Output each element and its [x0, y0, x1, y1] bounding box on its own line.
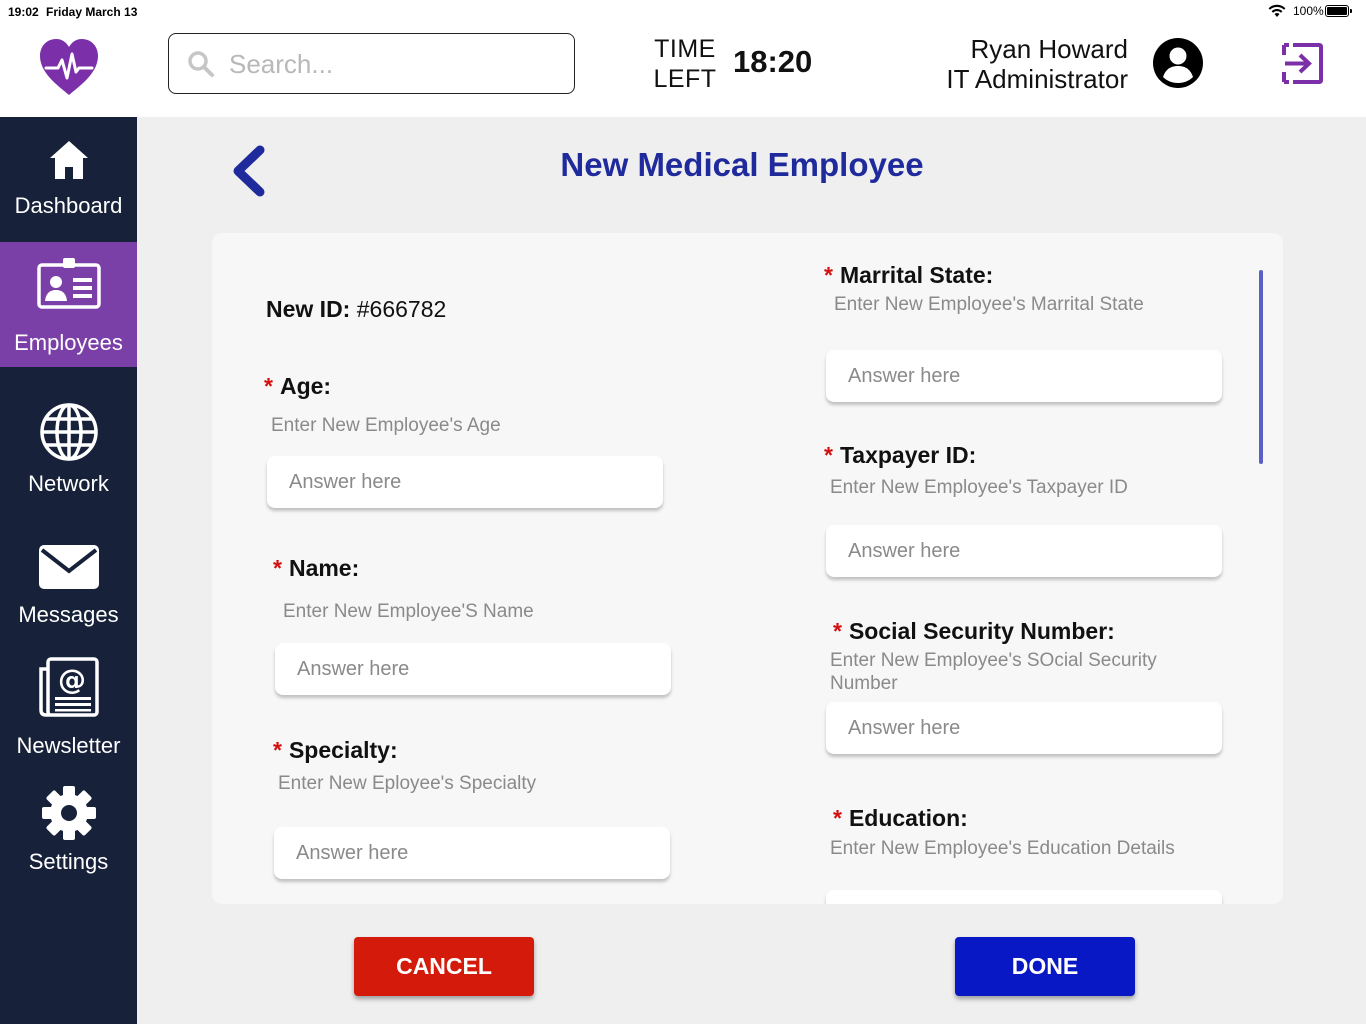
required-marker: *: [273, 737, 282, 763]
form-card: New ID: #666782 * Age: Enter New Employee…: [212, 233, 1283, 904]
name-input[interactable]: [297, 643, 657, 695]
gear-icon: [41, 786, 96, 840]
scrollbar-thumb[interactable]: [1259, 270, 1263, 464]
age-hint: Enter New Employee's Age: [271, 415, 501, 436]
marrital-state-field[interactable]: [826, 350, 1222, 402]
required-marker: *: [824, 442, 833, 468]
field-label-text: Age:: [279, 373, 332, 399]
logout-icon[interactable]: [1281, 42, 1324, 85]
user-role: IT Administrator: [946, 64, 1128, 94]
required-marker: *: [833, 618, 842, 644]
field-label-text: Taxpayer ID:: [839, 442, 977, 468]
name-label: * Name:: [273, 555, 359, 582]
marrital-state-label: * Marrital State:: [824, 262, 993, 289]
field-label-text: Name:: [288, 555, 360, 581]
sidebar-item-dashboard[interactable]: Dashboard: [0, 117, 137, 242]
new-id-label: New ID:: [266, 296, 351, 322]
status-date: Friday March 13: [46, 5, 138, 19]
sidebar-item-label: Dashboard: [14, 193, 123, 218]
sidebar-item-messages[interactable]: Messages: [0, 527, 137, 647]
name-field[interactable]: [275, 643, 671, 695]
sidebar-item-label: Messages: [18, 602, 119, 627]
page-title: New Medical Employee: [560, 146, 924, 183]
required-marker: *: [824, 262, 833, 288]
specialty-field[interactable]: [274, 827, 670, 879]
field-label-text: Education:: [848, 805, 968, 831]
back-chevron-icon[interactable]: [230, 145, 270, 197]
taxpayer-id-input[interactable]: [848, 525, 1208, 577]
new-id-value: #666782: [356, 296, 447, 322]
wifi-icon: [1268, 4, 1286, 17]
time-left-label-line1: TIME: [654, 35, 716, 63]
home-icon: [49, 141, 88, 179]
search-input[interactable]: [229, 44, 559, 84]
heart-pulse-icon: [40, 39, 98, 95]
taxpayer-id-hint: Enter New Employee's Taxpayer ID: [830, 477, 1128, 498]
time-left-value: 18:20: [733, 44, 813, 79]
taxpayer-id-label: * Taxpayer ID:: [824, 442, 976, 469]
age-input[interactable]: [289, 456, 649, 508]
specialty-hint: Enter New Eployee's Specialty: [278, 773, 537, 794]
ssn-hint: Enter New Employee's SOcial Security Num…: [830, 650, 1157, 694]
newsletter-icon: @: [38, 657, 99, 717]
battery-percent: 100%: [1293, 4, 1324, 18]
sidebar-item-label: Settings: [28, 849, 109, 874]
globe-icon: [39, 403, 98, 461]
field-label-text: Specialty:: [288, 737, 398, 763]
marrital-state-input[interactable]: [848, 350, 1208, 402]
age-label: * Age:: [264, 373, 331, 400]
specialty-label: * Specialty:: [273, 737, 398, 764]
status-time: 19:02: [8, 5, 39, 19]
sidebar-item-employees[interactable]: Employees: [0, 242, 137, 367]
id-card-icon: [36, 258, 101, 309]
field-label-text: Marrital State:: [839, 262, 994, 288]
required-marker: *: [833, 805, 842, 831]
sidebar-item-settings[interactable]: Settings: [0, 772, 137, 882]
cancel-button[interactable]: CANCEL: [354, 937, 534, 996]
field-label-text: Social Security Number:: [848, 618, 1115, 644]
ssn-label: * Social Security Number:: [833, 618, 1115, 645]
age-field[interactable]: [267, 456, 663, 508]
marrital-state-hint: Enter New Employee's Marrital State: [834, 294, 1144, 315]
done-button[interactable]: DONE: [955, 937, 1135, 996]
education-input[interactable]: [848, 890, 1208, 904]
sidebar-item-label: Newsletter: [16, 733, 121, 758]
envelope-icon: [38, 545, 99, 589]
new-id: New ID: #666782: [266, 296, 446, 323]
battery-icon: [1325, 5, 1352, 17]
status-bar: 19:02 Friday March 13 100%: [0, 0, 1366, 22]
time-left-label: TIME LEFT: [650, 34, 720, 94]
ssn-input[interactable]: [848, 702, 1208, 754]
required-marker: *: [273, 555, 282, 581]
name-hint: Enter New Employee'S Name: [283, 601, 534, 622]
avatar[interactable]: [1152, 37, 1204, 89]
sidebar: Dashboard Employees Network Messages @ N…: [0, 117, 137, 1024]
specialty-input[interactable]: [296, 827, 656, 879]
ssn-field[interactable]: [826, 702, 1222, 754]
taxpayer-id-field[interactable]: [826, 525, 1222, 577]
svg-text:@: @: [58, 663, 86, 696]
user-name: Ryan Howard: [970, 34, 1128, 64]
sidebar-item-label: Employees: [14, 330, 123, 355]
required-marker: *: [264, 373, 273, 399]
search-icon: [188, 51, 214, 77]
time-left-label-line2: LEFT: [653, 65, 717, 93]
sidebar-item-label: Network: [28, 471, 109, 496]
education-label: * Education:: [833, 805, 968, 832]
education-hint: Enter New Employee's Education Details: [830, 838, 1175, 859]
sidebar-item-newsletter[interactable]: @ Newsletter: [0, 647, 137, 767]
search-bar[interactable]: [168, 33, 575, 94]
education-field[interactable]: [826, 890, 1222, 904]
sidebar-item-network[interactable]: Network: [0, 387, 137, 507]
